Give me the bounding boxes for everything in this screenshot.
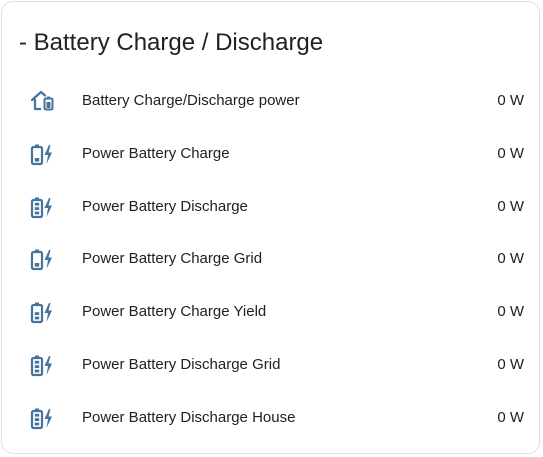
entity-value: 0 W (497, 356, 524, 373)
entity-value: 0 W (497, 409, 524, 426)
battery-discharging-icon (28, 351, 56, 379)
entities-card: - Battery Charge / Discharge Battery Cha… (1, 1, 540, 454)
entity-row[interactable]: Power Battery Discharge Grid 0 W (2, 338, 541, 391)
entity-label: Power Battery Charge Grid (82, 250, 263, 267)
entity-label: Battery Charge/Discharge power (82, 92, 300, 109)
card-title: - Battery Charge / Discharge (19, 29, 324, 56)
battery-charging-icon (28, 140, 56, 168)
entity-row[interactable]: Battery Charge/Discharge power 0 W (2, 74, 541, 127)
entity-label: Power Battery Discharge House (82, 409, 296, 426)
entity-row[interactable]: Power Battery Charge Yield 0 W (2, 285, 541, 338)
entity-value: 0 W (497, 303, 524, 320)
entity-row[interactable]: Power Battery Charge 0 W (2, 127, 541, 180)
battery-charging-icon (28, 245, 56, 273)
entity-label: Power Battery Charge (82, 145, 230, 162)
home-battery-icon (28, 87, 56, 115)
entity-value: 0 W (497, 250, 524, 267)
entity-row[interactable]: Power Battery Charge Grid 0 W (2, 232, 541, 285)
entity-row[interactable]: Power Battery Discharge House 0 W (2, 391, 541, 444)
entity-label: Power Battery Discharge Grid (82, 356, 281, 373)
entity-label: Power Battery Charge Yield (82, 303, 267, 320)
entity-label: Power Battery Discharge (82, 198, 248, 215)
battery-discharging-icon (28, 193, 56, 221)
entity-value: 0 W (497, 145, 524, 162)
battery-charging-medium-icon (28, 298, 56, 326)
entity-value: 0 W (497, 198, 524, 215)
battery-discharging-icon (28, 404, 56, 432)
entity-value: 0 W (497, 92, 524, 109)
entity-row[interactable]: Power Battery Discharge 0 W (2, 180, 541, 233)
